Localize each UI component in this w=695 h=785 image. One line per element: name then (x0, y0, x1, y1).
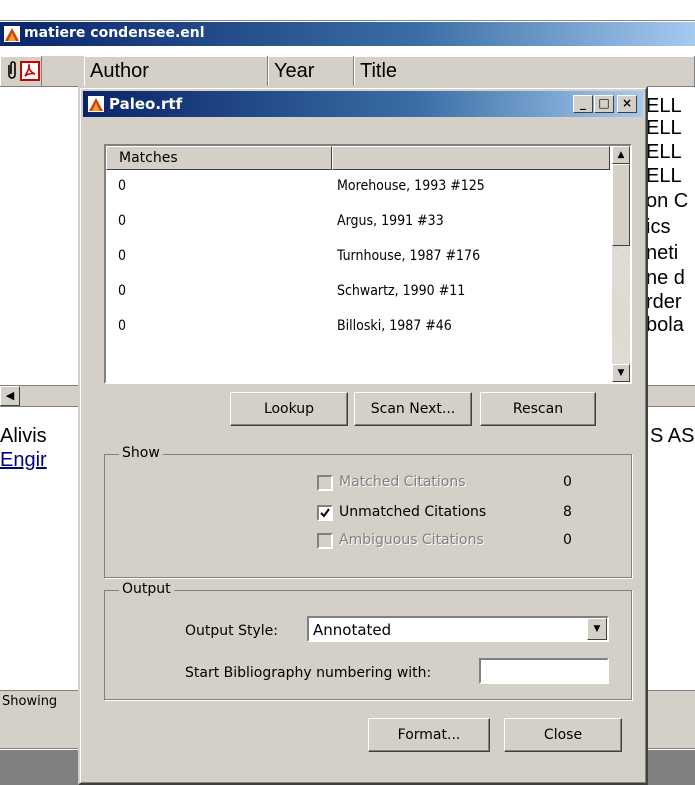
column-attachment[interactable] (0, 56, 42, 86)
title-fragment: ELL (646, 95, 682, 117)
dropdown-arrow-icon[interactable]: ▼ (587, 618, 607, 640)
scroll-up-icon[interactable]: ▲ (612, 146, 630, 164)
preview-fragment: S AS (650, 425, 695, 447)
citation: Schwartz, 1990 #11 (337, 283, 466, 299)
scroll-left-icon[interactable]: ◀ (0, 386, 20, 406)
title-fragment: ics (646, 216, 671, 238)
column-headers: Author Year Title (0, 56, 695, 87)
title-fragment: bola (646, 314, 684, 336)
matches-column-header[interactable]: Matches (106, 146, 332, 170)
close-window-button[interactable]: × (617, 95, 637, 113)
pdf-icon (20, 61, 40, 81)
column-author[interactable]: Author (84, 56, 268, 86)
list-item[interactable]: 0 Argus, 1991 #33 (106, 205, 608, 239)
title-fragment: ELL (646, 117, 682, 139)
lookup-button[interactable]: Lookup (230, 392, 348, 426)
scroll-down-icon[interactable]: ▼ (612, 364, 630, 382)
ambiguous-citations-label: Ambiguous Citations (339, 532, 484, 548)
column-title[interactable]: Title (354, 56, 695, 86)
paperclip-icon (8, 61, 16, 79)
unmatched-citations-label: Unmatched Citations (339, 504, 487, 520)
format-button[interactable]: Format... (368, 718, 490, 752)
matched-citations-label: Matched Citations (339, 474, 466, 490)
citation: Billoski, 1987 #46 (337, 318, 452, 334)
format-paper-dialog: Paleo.rtf _ □ × Matches 0 Morehouse, 199… (78, 86, 648, 785)
output-style-select[interactable]: Annotated ▼ (307, 616, 609, 642)
citation-column-header[interactable] (332, 146, 610, 170)
dialog-title-bar[interactable]: Paleo.rtf _ □ × (83, 91, 643, 117)
list-vertical-scrollbar[interactable]: ▲ ▼ (612, 146, 630, 382)
match-count: 0 (118, 248, 127, 264)
list-item[interactable]: 0 Schwartz, 1990 #11 (106, 275, 608, 309)
column-year[interactable]: Year (268, 56, 354, 86)
maximize-button[interactable]: □ (594, 95, 614, 113)
top-strip (0, 0, 695, 21)
preview-line: Alivis (0, 425, 47, 447)
minimize-button[interactable]: _ (573, 95, 593, 113)
status-text: Showing (2, 694, 58, 709)
list-item[interactable]: 0 Morehouse, 1993 #125 (106, 170, 608, 204)
checkmark-icon (320, 508, 330, 518)
unmatched-citations-count: 8 (563, 504, 572, 520)
citation: Argus, 1991 #33 (337, 213, 444, 229)
title-fragment: rder (646, 291, 682, 313)
match-count: 0 (118, 283, 127, 299)
matched-citations-checkbox[interactable] (317, 475, 333, 491)
matches-list[interactable]: Matches 0 Morehouse, 1993 #125 0 Argus, … (104, 144, 632, 384)
unmatched-citations-checkbox[interactable] (317, 505, 333, 521)
preview-link[interactable]: Engir (0, 449, 47, 472)
citation: Morehouse, 1993 #125 (337, 178, 485, 194)
dialog-title: Paleo.rtf (109, 95, 183, 113)
output-style-value: Annotated (313, 621, 392, 639)
output-style-label: Output Style: (185, 623, 278, 639)
list-item[interactable]: 0 Turnhouse, 1987 #176 (106, 240, 608, 274)
title-fragment: neti (646, 242, 679, 264)
scroll-thumb[interactable] (612, 164, 630, 246)
output-group: Output Output Style: Annotated ▼ Start B… (104, 581, 632, 700)
show-group: Show Matched Citations 0 Unmatched Citat… (104, 445, 632, 578)
match-count: 0 (118, 213, 127, 229)
title-fragment: on C (646, 190, 689, 212)
title-fragment: ELL (646, 165, 682, 187)
matched-citations-count: 0 (563, 474, 572, 490)
close-button[interactable]: Close (504, 718, 622, 752)
endnote-app-icon (4, 26, 20, 42)
list-item[interactable]: 0 Billoski, 1987 #46 (106, 310, 608, 344)
match-count: 0 (118, 178, 127, 194)
show-group-label: Show (119, 445, 163, 461)
numbering-input[interactable] (479, 658, 609, 684)
match-count: 0 (118, 318, 127, 334)
scan-next-button[interactable]: Scan Next... (354, 392, 472, 426)
endnote-app-icon (88, 96, 104, 112)
title-fragment: ELL (646, 141, 682, 163)
library-title: matiere condensee.enl (24, 25, 205, 41)
citation: Turnhouse, 1987 #176 (337, 248, 481, 264)
rescan-button[interactable]: Rescan (480, 392, 596, 426)
ambiguous-citations-checkbox[interactable] (317, 533, 333, 549)
numbering-label: Start Bibliography numbering with: (185, 665, 432, 681)
output-group-label: Output (119, 581, 174, 597)
library-title-bar[interactable]: matiere condensee.enl (0, 22, 695, 46)
ambiguous-citations-count: 0 (563, 532, 572, 548)
title-fragment: ne d (646, 267, 685, 289)
